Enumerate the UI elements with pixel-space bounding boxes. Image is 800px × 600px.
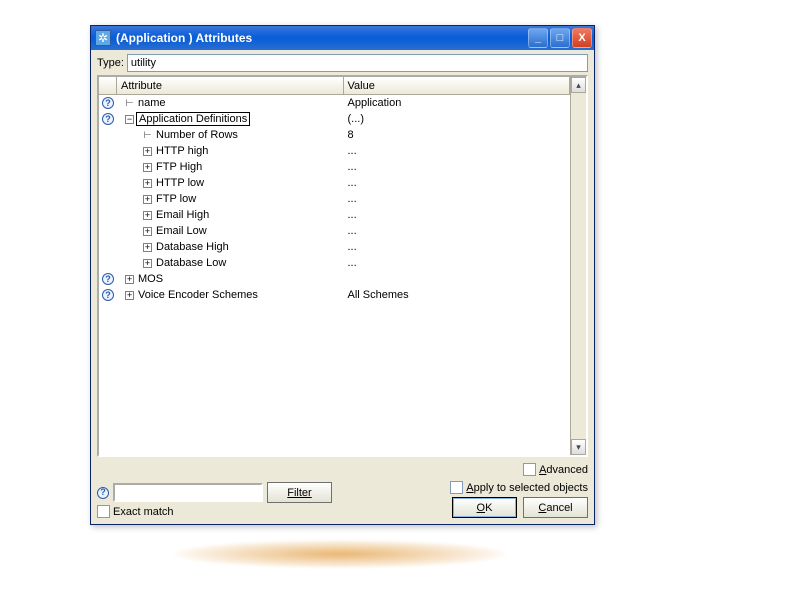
maximize-icon: □: [557, 32, 564, 44]
grid-header: Attribute Value: [99, 77, 570, 95]
table-row[interactable]: ? −Application Definitions (...): [99, 111, 570, 127]
grid-header-attribute[interactable]: Attribute: [117, 77, 344, 94]
close-icon: X: [578, 32, 585, 44]
attribute-name: FTP low: [154, 193, 198, 205]
tree-branch-icon: ⊢: [143, 130, 152, 141]
expand-icon[interactable]: +: [143, 243, 152, 252]
window-title: (Application ) Attributes: [116, 31, 528, 45]
attribute-name: Number of Rows: [154, 129, 240, 141]
table-row[interactable]: ? ⊢name Application: [99, 95, 570, 111]
table-row[interactable]: ? +Voice Encoder Schemes All Schemes: [99, 287, 570, 303]
expand-icon[interactable]: +: [125, 291, 134, 300]
titlebar[interactable]: ✲ (Application ) Attributes _ □ X: [91, 26, 594, 50]
help-icon[interactable]: ?: [102, 273, 114, 285]
attribute-value[interactable]: (...): [344, 111, 571, 127]
attribute-name: MOS: [136, 273, 165, 285]
bottom-panel: ? Filter Exact match Advanced: [97, 461, 588, 518]
close-button[interactable]: X: [572, 28, 592, 48]
type-row: Type:: [97, 54, 588, 72]
expand-icon[interactable]: +: [143, 227, 152, 236]
attribute-value[interactable]: Application: [344, 95, 571, 111]
grid-header-value[interactable]: Value: [344, 77, 571, 94]
type-input[interactable]: [127, 54, 588, 72]
client-area: Type: Attribute Value ?⊢nameApplication?…: [91, 50, 594, 524]
vertical-scrollbar[interactable]: ▴ ▾: [570, 77, 586, 455]
scroll-up-button[interactable]: ▴: [571, 77, 586, 93]
collapse-icon[interactable]: −: [125, 115, 134, 124]
grid-header-help: [99, 77, 117, 94]
attribute-value[interactable]: 8: [344, 127, 571, 143]
attributes-window: ✲ (Application ) Attributes _ □ X Type: …: [90, 25, 595, 525]
attribute-value[interactable]: ...: [344, 143, 571, 159]
table-row[interactable]: +Email High...: [99, 207, 570, 223]
expand-icon[interactable]: +: [143, 179, 152, 188]
decorative-shadow: [175, 540, 505, 568]
maximize-button[interactable]: □: [550, 28, 570, 48]
filter-button[interactable]: Filter: [267, 482, 332, 503]
table-row[interactable]: +Database High...: [99, 239, 570, 255]
attribute-value[interactable]: All Schemes: [344, 287, 571, 303]
table-row[interactable]: +FTP High...: [99, 159, 570, 175]
table-row[interactable]: +FTP low...: [99, 191, 570, 207]
table-row[interactable]: +HTTP low...: [99, 175, 570, 191]
expand-icon[interactable]: +: [143, 259, 152, 268]
exact-match-checkbox[interactable]: [97, 505, 110, 518]
minimize-icon: _: [535, 32, 541, 44]
attribute-name: name: [136, 97, 168, 109]
chevron-up-icon: ▴: [576, 80, 581, 91]
attribute-value[interactable]: ...: [344, 239, 571, 255]
attribute-grid: Attribute Value ?⊢nameApplication?−Appli…: [97, 75, 588, 457]
expand-icon[interactable]: +: [125, 275, 134, 284]
attribute-value[interactable]: ...: [344, 175, 571, 191]
ok-button[interactable]: OK: [452, 497, 517, 518]
cancel-button[interactable]: Cancel: [523, 497, 588, 518]
chevron-down-icon: ▾: [576, 442, 581, 453]
table-row[interactable]: ⊢Number of Rows 8: [99, 127, 570, 143]
expand-icon[interactable]: +: [143, 195, 152, 204]
help-icon[interactable]: ?: [102, 97, 114, 109]
attribute-name: FTP High: [154, 161, 204, 173]
filter-help-icon[interactable]: ?: [97, 487, 109, 499]
apply-selected-label: Apply to selected objects: [466, 482, 588, 494]
attribute-name: HTTP low: [154, 177, 206, 189]
help-icon[interactable]: ?: [102, 113, 114, 125]
advanced-label: Advanced: [539, 464, 588, 476]
tree-branch-icon: ⊢: [125, 98, 134, 109]
help-icon[interactable]: ?: [102, 289, 114, 301]
filter-input[interactable]: [113, 483, 263, 502]
apply-selected-checkbox[interactable]: [450, 481, 463, 494]
attribute-name: Voice Encoder Schemes: [136, 289, 260, 301]
attribute-value[interactable]: ...: [344, 255, 571, 271]
attribute-value[interactable]: ...: [344, 207, 571, 223]
attribute-name: Database High: [154, 241, 231, 253]
expand-icon[interactable]: +: [143, 211, 152, 220]
titlebar-buttons: _ □ X: [528, 28, 592, 48]
expand-icon[interactable]: +: [143, 163, 152, 172]
exact-match-label: Exact match: [113, 506, 174, 518]
attribute-value[interactable]: ...: [344, 159, 571, 175]
attribute-name: Email Low: [154, 225, 209, 237]
attribute-name: Database Low: [154, 257, 228, 269]
table-row[interactable]: +Database Low...: [99, 255, 570, 271]
attribute-name: HTTP high: [154, 145, 210, 157]
expand-icon[interactable]: +: [143, 147, 152, 156]
grid-body[interactable]: ?⊢nameApplication?−Application Definitio…: [99, 95, 570, 455]
table-row[interactable]: +HTTP high...: [99, 143, 570, 159]
attribute-value[interactable]: ...: [344, 223, 571, 239]
table-row[interactable]: ? +MOS: [99, 271, 570, 287]
minimize-button[interactable]: _: [528, 28, 548, 48]
attribute-value[interactable]: ...: [344, 191, 571, 207]
attribute-name: Email High: [154, 209, 211, 221]
apply-selected-row: Apply to selected objects: [388, 481, 588, 494]
scroll-down-button[interactable]: ▾: [571, 439, 586, 455]
exact-match-row: Exact match: [97, 505, 382, 518]
app-icon: ✲: [95, 30, 111, 46]
type-label: Type:: [97, 57, 124, 69]
advanced-checkbox[interactable]: [523, 463, 536, 476]
filter-row: ? Filter: [97, 482, 382, 503]
attribute-value[interactable]: [344, 271, 571, 287]
table-row[interactable]: +Email Low...: [99, 223, 570, 239]
advanced-row: Advanced: [388, 463, 588, 476]
attribute-name: Application Definitions: [136, 112, 250, 126]
